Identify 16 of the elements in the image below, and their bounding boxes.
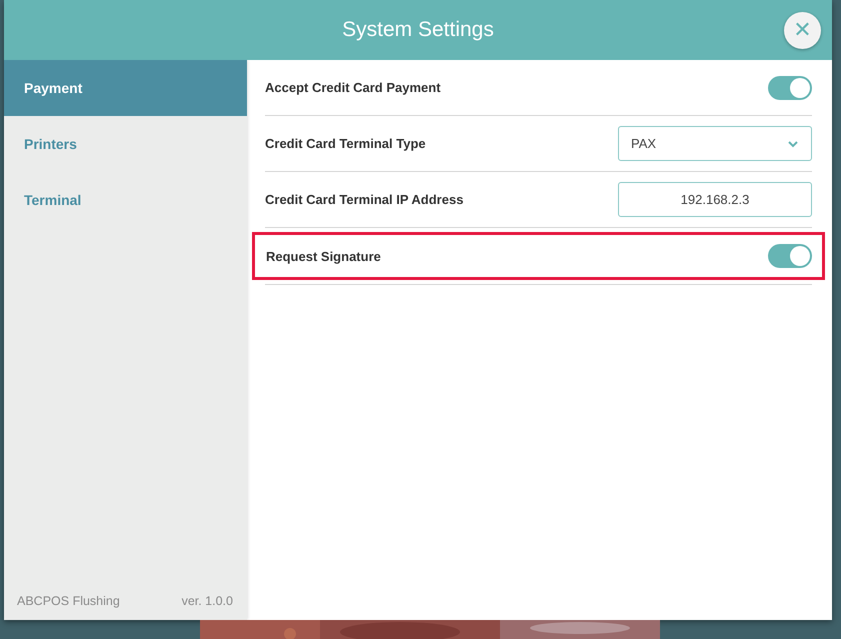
terminal-type-dropdown[interactable]: PAX — [618, 126, 812, 161]
setting-label: Credit Card Terminal Type — [265, 136, 426, 151]
store-name: ABCPOS Flushing — [17, 594, 120, 608]
version-label: ver. 1.0.0 — [182, 594, 233, 608]
chevron-down-icon — [787, 140, 799, 148]
toggle-switch[interactable] — [768, 76, 812, 100]
close-button[interactable]: ✕ — [784, 12, 821, 49]
ip-address-field[interactable]: 192.168.2.3 — [618, 182, 812, 217]
toggle-switch[interactable] — [768, 244, 812, 268]
setting-label: Credit Card Terminal IP Address — [265, 192, 464, 207]
sidebar-item[interactable]: Payment — [4, 60, 247, 116]
setting-label: Accept Credit Card Payment — [265, 80, 441, 95]
sidebar-item[interactable]: Terminal — [4, 172, 247, 228]
setting-label: Request Signature — [266, 248, 381, 264]
sidebar-item[interactable]: Printers — [4, 116, 247, 172]
window-title: System Settings — [342, 18, 494, 42]
